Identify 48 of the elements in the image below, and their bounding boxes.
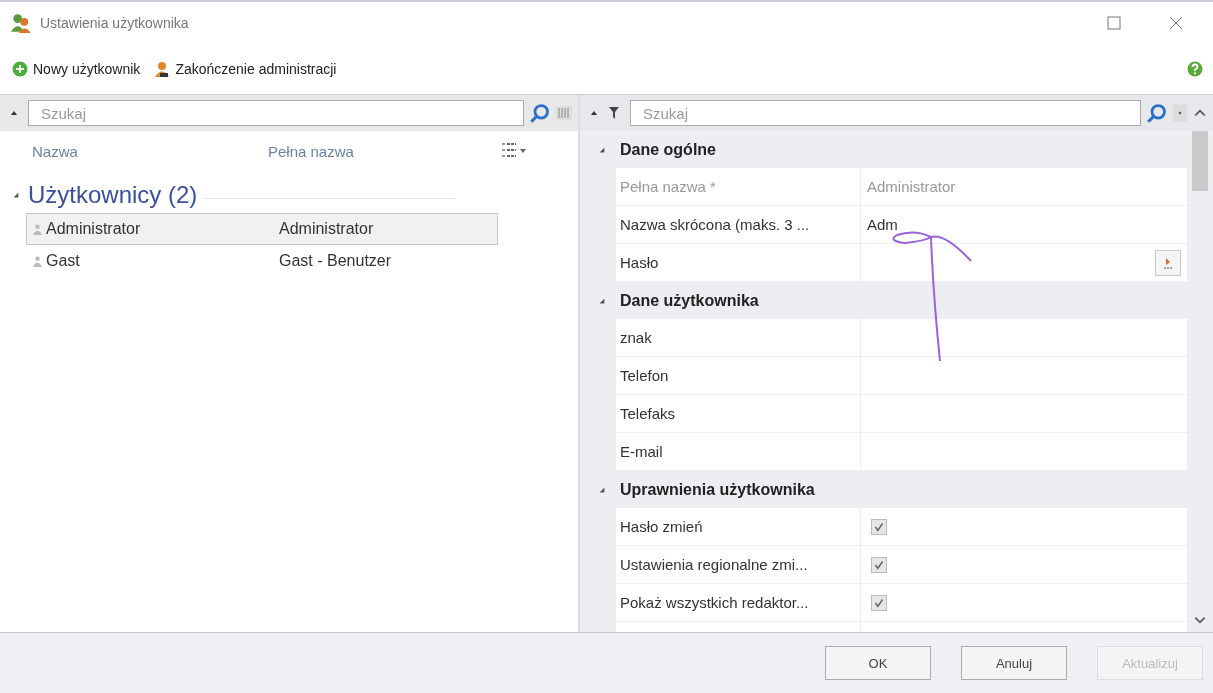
user-name: Gast: [46, 252, 80, 270]
scrollbar-thumb[interactable]: [1192, 131, 1208, 191]
search-icon[interactable]: [530, 103, 550, 123]
person-icon: [33, 223, 42, 235]
property-label: Pełna nazwa *: [616, 168, 861, 205]
property-value[interactable]: Adm: [867, 216, 898, 233]
property-label: Nazwa skrócona (maks. 3 ...: [616, 206, 861, 243]
property-label: Hasło zmień: [616, 508, 861, 545]
expand-arrow-icon[interactable]: [12, 191, 20, 199]
section-header[interactable]: Dane użytkownika: [580, 282, 1187, 319]
person-icon: [33, 255, 42, 267]
property-label: Telefon: [616, 357, 861, 394]
user-row[interactable]: Administrator Administrator: [26, 213, 498, 245]
user-icon: [154, 61, 171, 77]
checkbox[interactable]: [871, 556, 887, 573]
property-label: Ustawienia regionalne zmi...: [616, 546, 861, 583]
checkbox[interactable]: [871, 518, 887, 535]
section-header[interactable]: Dane ogólne: [580, 131, 1187, 168]
dialog-button[interactable]: OK: [825, 646, 931, 680]
property-label: E-mail: [616, 433, 861, 470]
close-icon[interactable]: [1169, 16, 1183, 30]
user-row[interactable]: Gast Gast - Benutzer: [26, 245, 498, 277]
plus-icon: [12, 61, 28, 77]
ellipsis-arrow-icon: [1163, 256, 1173, 269]
search-icon[interactable]: [1147, 103, 1167, 123]
list-options-icon[interactable]: [502, 142, 528, 160]
property-label: Pokaż wszystkich redaktor...: [616, 584, 861, 621]
search-field[interactable]: Szukaj: [630, 100, 1141, 126]
group-heading[interactable]: Użytkownicy (2): [28, 181, 198, 209]
section-header[interactable]: Uprawnienia użytkownika: [580, 471, 1187, 508]
user-name: Administrator: [46, 220, 141, 238]
filter-icon[interactable]: [608, 106, 620, 120]
column-header[interactable]: Pełna nazwa: [268, 142, 504, 160]
users-icon: [10, 12, 32, 34]
window-title: Ustawienia użytkownika: [40, 15, 189, 31]
column-header[interactable]: Nazwa: [32, 142, 268, 160]
toolbar-button[interactable]: Zakończenie administracji: [152, 59, 339, 79]
help-icon[interactable]: [1187, 61, 1203, 77]
scroll-down-icon[interactable]: [1193, 614, 1207, 626]
user-full-name: Administrator: [278, 220, 374, 238]
property-label: Hasło: [616, 244, 861, 281]
toolbar-button[interactable]: Nowy użytkownik: [10, 59, 143, 79]
dialog-button[interactable]: Anuluj: [961, 646, 1067, 680]
property-label: Telefaks: [616, 395, 861, 432]
search-field[interactable]: Szukaj: [28, 100, 524, 126]
property-label: znak: [616, 319, 861, 356]
checkbox[interactable]: [871, 594, 887, 611]
user-full-name: Gast - Benutzer: [278, 252, 392, 270]
